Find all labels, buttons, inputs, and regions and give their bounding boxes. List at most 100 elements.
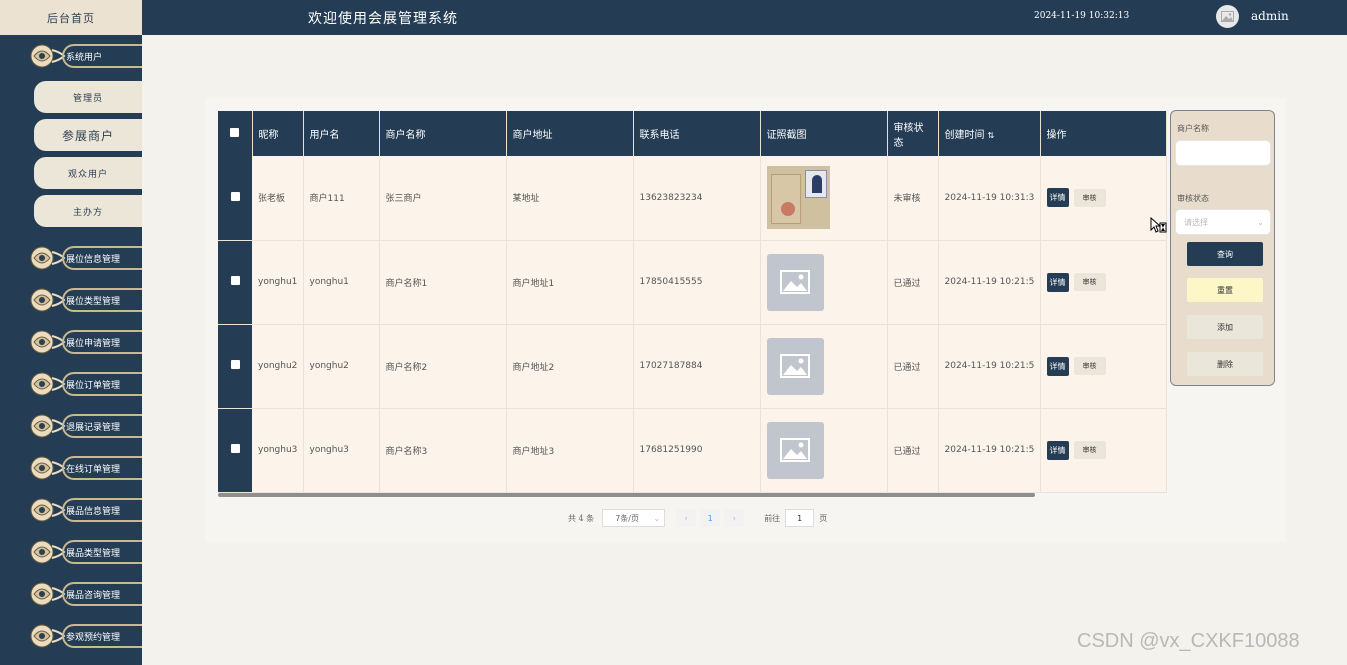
search-panel: 商户名称 审核状态 请选择 ⌄ 查询 重置 添加 删除 bbox=[1170, 110, 1275, 386]
cell-nickname: yonghu3 bbox=[252, 408, 304, 493]
audit-button[interactable]: 审核 bbox=[1073, 357, 1106, 375]
cell-merchant-name: 商户名称2 bbox=[379, 324, 507, 409]
cell-created-time: 2024-11-19 10:21:5 bbox=[938, 408, 1041, 493]
cell-audit-status: 未审核 bbox=[887, 156, 939, 241]
reset-button[interactable]: 重置 bbox=[1187, 278, 1263, 302]
detail-button[interactable]: 详情 bbox=[1046, 188, 1069, 208]
checkbox-box bbox=[230, 127, 240, 137]
checkbox-box bbox=[230, 444, 240, 453]
cell-audit-status: 已通过 bbox=[887, 408, 939, 493]
col-phone: 联系电话 bbox=[633, 111, 761, 156]
sidebar-menu-item[interactable]: 展品咨询管理 bbox=[0, 573, 142, 615]
row-checkbox[interactable] bbox=[218, 240, 252, 325]
cell-username: yonghu3 bbox=[303, 408, 380, 493]
username-label[interactable]: admin bbox=[1251, 9, 1289, 23]
pagination-total: 共 4 条 bbox=[568, 513, 595, 523]
sidebar-item-audience[interactable]: 观众用户 bbox=[34, 157, 142, 189]
avatar[interactable] bbox=[1216, 5, 1239, 28]
col-username: 用户名 bbox=[303, 111, 380, 156]
detail-button[interactable]: 详情 bbox=[1046, 356, 1069, 376]
sidebar-menu-item[interactable]: 展位申请管理 bbox=[0, 321, 142, 363]
query-button[interactable]: 查询 bbox=[1187, 242, 1263, 266]
detail-button[interactable]: 详情 bbox=[1046, 440, 1069, 460]
sidebar-menu-label: 在线订单管理 bbox=[66, 464, 121, 475]
sidebar-menu-item[interactable]: 展位订单管理 bbox=[0, 363, 142, 405]
cell-created-time: 2024-11-19 10:21:5 bbox=[938, 324, 1041, 409]
sidebar-menu-item[interactable]: 展品类型管理 bbox=[0, 531, 142, 573]
cell-phone: 17027187884 bbox=[633, 324, 761, 409]
row-checkbox[interactable] bbox=[218, 408, 252, 493]
detail-button[interactable]: 详情 bbox=[1046, 272, 1069, 292]
audit-button[interactable]: 审核 bbox=[1073, 273, 1106, 291]
cell-actions: 详情 审核 bbox=[1040, 324, 1167, 409]
cell-actions: 详情 审核 bbox=[1040, 408, 1167, 493]
chevron-down-icon: ⌄ bbox=[1257, 217, 1264, 227]
audit-status-placeholder: 请选择 bbox=[1184, 217, 1208, 227]
row-checkbox[interactable] bbox=[218, 156, 252, 241]
cell-actions: 详情 审核 bbox=[1040, 240, 1167, 325]
next-page-button[interactable]: › bbox=[724, 509, 745, 527]
image-icon bbox=[1221, 11, 1234, 22]
top-bar: 欢迎使用会展管理系统 2024-11-19 10:32:13 admin bbox=[142, 0, 1347, 35]
sidebar-group-system-users[interactable]: 系统用户 bbox=[0, 35, 142, 77]
license-photo[interactable] bbox=[766, 166, 830, 230]
sidebar-item-admin[interactable]: 管理员 bbox=[34, 81, 142, 113]
merchant-table: 昵称 用户名 商户名称 商户地址 联系电话 证照截图 审核状态 创建时间 ⇅ 操作… bbox=[218, 111, 1167, 493]
horizontal-scrollbar[interactable] bbox=[218, 493, 1035, 497]
sidebar-menu-item[interactable]: 展品信息管理 bbox=[0, 489, 142, 531]
image-placeholder-icon[interactable] bbox=[766, 337, 824, 395]
col-actions: 操作 bbox=[1040, 111, 1167, 156]
cell-audit-status: 已通过 bbox=[887, 240, 939, 325]
sidebar-menu-item[interactable]: 在线订单管理 bbox=[0, 447, 142, 489]
page-size-select[interactable]: 7条/页 ⌄ bbox=[602, 509, 666, 527]
sidebar-menu-item[interactable]: 展位类型管理 bbox=[0, 279, 142, 321]
cell-username: yonghu2 bbox=[303, 324, 380, 409]
col-nickname: 昵称 bbox=[252, 111, 304, 156]
chevron-down-icon: ⌄ bbox=[653, 513, 661, 523]
cell-created-time: 2024-11-19 10:31:3 bbox=[938, 156, 1041, 241]
sidebar-menu-label: 展品咨询管理 bbox=[66, 590, 121, 601]
image-placeholder-icon[interactable] bbox=[766, 421, 824, 479]
audit-button[interactable]: 审核 bbox=[1073, 441, 1106, 459]
cell-merchant-address: 某地址 bbox=[506, 156, 634, 241]
sidebar-menu-item[interactable]: 参观预约管理 bbox=[0, 615, 142, 657]
checkbox-box bbox=[230, 276, 240, 285]
cell-username: yonghu1 bbox=[303, 240, 380, 325]
row-checkbox[interactable] bbox=[218, 324, 252, 409]
goto-suffix: 页 bbox=[819, 513, 828, 523]
cell-merchant-address: 商户地址3 bbox=[506, 408, 634, 493]
page-number-current[interactable]: 1 bbox=[700, 509, 721, 527]
table-row: yonghu1 yonghu1 商户名称1 商户地址1 17850415555 已通过 20… bbox=[218, 240, 1167, 325]
col-created-time[interactable]: 创建时间 ⇅ bbox=[938, 111, 1041, 156]
checkbox-box bbox=[230, 360, 240, 369]
add-button[interactable]: 添加 bbox=[1187, 315, 1263, 339]
sidebar-item-exhibitor[interactable]: 参展商户 bbox=[34, 119, 142, 151]
cell-merchant-name: 商户名称1 bbox=[379, 240, 507, 325]
cell-license-image bbox=[760, 240, 888, 325]
cell-merchant-name: 张三商户 bbox=[379, 156, 507, 241]
delete-button[interactable]: 删除 bbox=[1187, 352, 1263, 376]
cell-license-image bbox=[760, 408, 888, 493]
col-audit-status: 审核状态 bbox=[887, 111, 939, 156]
sidebar-menu-list: 展位信息管理 展位类型管理展位申请管理展位订单管理 退展记录管理在线订单管理展品信息… bbox=[0, 237, 142, 657]
cell-phone: 13623823234 bbox=[633, 156, 761, 241]
col-license-image: 证照截图 bbox=[760, 111, 888, 156]
goto-page-input[interactable]: 1 bbox=[785, 509, 815, 527]
cell-license-image bbox=[760, 324, 888, 409]
sidebar-menu-item[interactable]: 退展记录管理 bbox=[0, 405, 142, 447]
prev-page-button[interactable]: ‹ bbox=[676, 509, 697, 527]
sidebar-item-organizer[interactable]: 主办方 bbox=[34, 195, 142, 227]
table-row: 张老板 商户111 张三商户 某地址 13623823234 未审核 2024-11-19 … bbox=[218, 156, 1167, 241]
audit-button[interactable]: 审核 bbox=[1073, 188, 1106, 207]
cell-phone: 17850415555 bbox=[633, 240, 761, 325]
merchant-name-input[interactable] bbox=[1175, 140, 1271, 166]
col-merchant-address: 商户地址 bbox=[506, 111, 634, 156]
image-placeholder-icon[interactable] bbox=[766, 253, 824, 311]
sidebar-menu-label: 展位申请管理 bbox=[66, 338, 121, 349]
sidebar-home-link[interactable]: 后台首页 bbox=[0, 0, 142, 35]
audit-status-select[interactable]: 请选择 ⌄ bbox=[1175, 209, 1271, 235]
select-all-checkbox[interactable] bbox=[218, 111, 253, 156]
cell-phone: 17681251990 bbox=[633, 408, 761, 493]
sort-icon[interactable]: ⇅ bbox=[988, 131, 995, 140]
sidebar-menu-item[interactable]: 展位信息管理 bbox=[0, 237, 142, 279]
